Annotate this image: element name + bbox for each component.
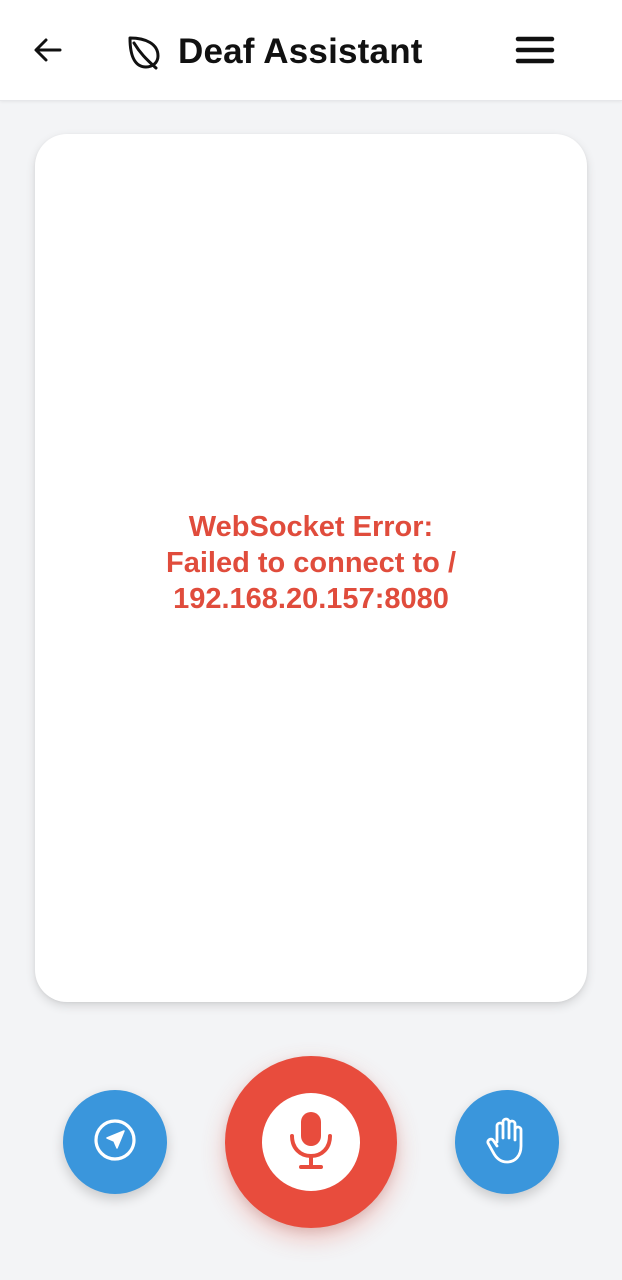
microphone-button-inner: [262, 1093, 360, 1191]
microphone-icon: [286, 1110, 336, 1175]
navigation-arrow-icon: [92, 1117, 138, 1168]
microphone-button[interactable]: [225, 1056, 397, 1228]
error-message: WebSocket Error: Failed to connect to / …: [165, 510, 456, 615]
leaf-icon: [124, 32, 164, 72]
menu-button[interactable]: [512, 32, 558, 72]
hand-gesture-button[interactable]: [455, 1090, 559, 1194]
arrow-left-icon: [32, 34, 64, 71]
navigation-button[interactable]: [63, 1090, 167, 1194]
raised-hand-icon: [485, 1116, 529, 1169]
page-title: Deaf Assistant: [178, 32, 423, 71]
hamburger-menu-icon: [515, 35, 555, 70]
app-bar: Deaf Assistant: [0, 0, 622, 101]
back-button[interactable]: [28, 32, 68, 72]
app-title-group: Deaf Assistant: [124, 26, 423, 78]
transcript-card: WebSocket Error: Failed to connect to / …: [35, 134, 587, 1002]
